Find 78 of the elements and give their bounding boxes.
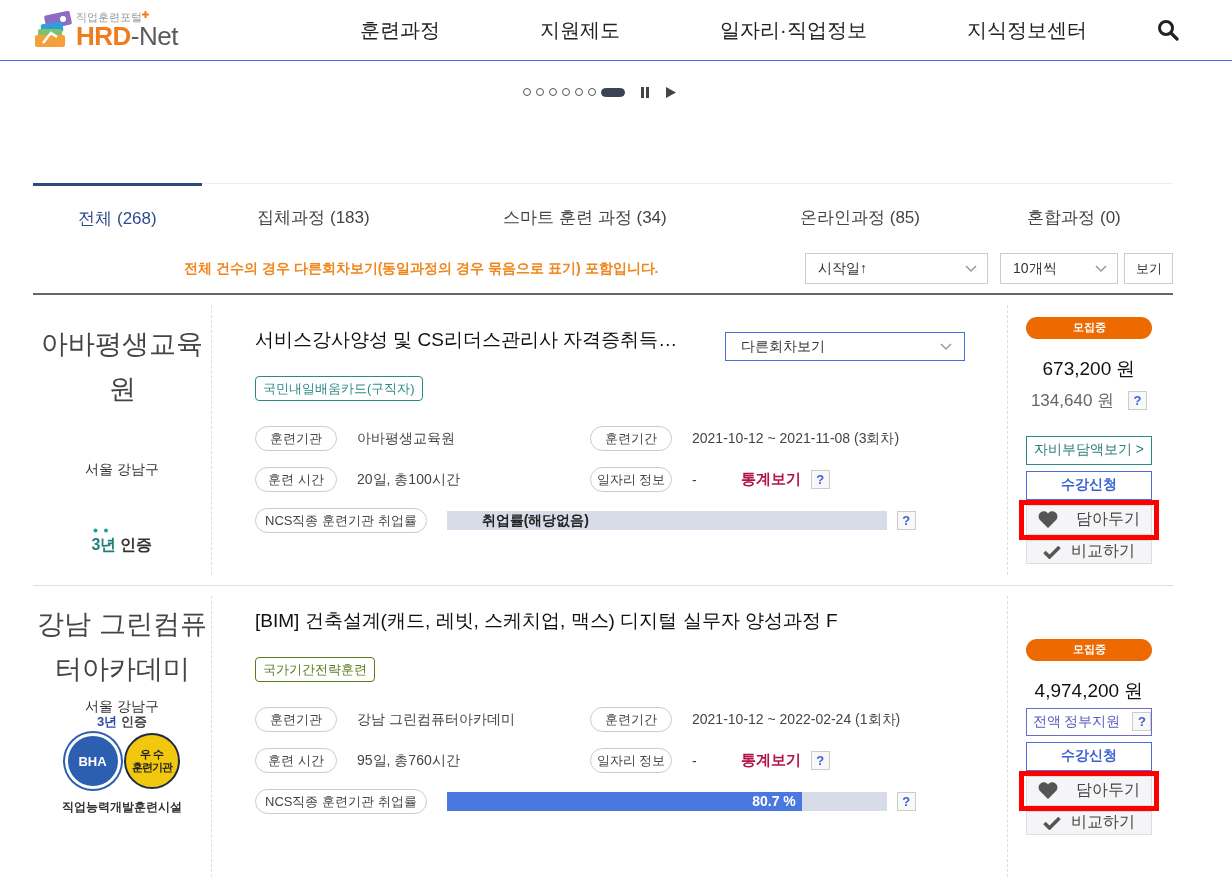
tab[interactable]: 스마트 훈련 과정 (34)	[425, 183, 745, 250]
status-badge: 모집중	[1026, 316, 1152, 339]
help-button[interactable]: ?	[896, 511, 916, 530]
location-text: 서울 강남구	[85, 698, 159, 714]
select-value: 다른회차보기	[741, 337, 825, 356]
dots-icon	[92, 528, 109, 533]
tab[interactable]: 집체과정 (183)	[202, 183, 425, 250]
info-value: 아바평생교육원	[357, 429, 456, 448]
category-tag: 국가기간전략훈련	[255, 657, 375, 682]
play-icon[interactable]	[665, 86, 676, 98]
check-icon	[1043, 815, 1061, 830]
select-value: 10개씩	[1013, 259, 1057, 278]
chevron-down-icon	[1095, 264, 1107, 273]
institution-name: 강남 그린컴퓨터아카데미	[36, 608, 208, 686]
tab[interactable]: 전체 (268)	[33, 183, 202, 250]
info-value: 95일, 총760시간	[357, 751, 461, 770]
page-size-select[interactable]: 10개씩	[1000, 253, 1118, 284]
help-button[interactable]: ?	[1128, 390, 1148, 410]
certification-years: 3년	[91, 536, 117, 553]
info-value: 강남 그린컴퓨터아카데미	[357, 710, 516, 729]
self-pay-text: 134,640 원	[1030, 389, 1115, 412]
tab[interactable]: 온라인과정 (85)	[745, 183, 975, 250]
info-value: 20일, 총100시간	[357, 470, 461, 489]
chevron-down-icon	[965, 264, 977, 273]
stats-link[interactable]: 통계보기	[740, 470, 801, 489]
info-value: 2021-10-12 ~ 2022-02-24 (1회차)	[692, 710, 901, 729]
nav-item[interactable]: 지식정보센터	[966, 16, 1087, 44]
select-value: 시작일↑	[818, 259, 867, 278]
help-button[interactable]: ?	[896, 792, 916, 811]
logo-icon[interactable]	[33, 11, 73, 49]
view-button[interactable]: 보기	[1124, 253, 1173, 284]
employment-rate-text: 80.7 %	[752, 792, 796, 811]
info-value: -	[692, 471, 697, 488]
help-button[interactable]: ?	[810, 470, 830, 489]
info-value: -	[692, 752, 697, 769]
apply-button[interactable]: 수강신청	[1026, 470, 1152, 500]
logo-wordmark[interactable]: HRD-Net	[76, 23, 178, 49]
self-pay-button[interactable]: 자비부담액보기 >	[1026, 435, 1152, 465]
course-title[interactable]: 서비스강사양성 및 CS리더스관리사 자격증취득…	[255, 326, 678, 354]
compare-button[interactable]: 비교하기	[1026, 539, 1152, 564]
plus-icon	[142, 11, 149, 18]
help-button[interactable]: ?	[1132, 712, 1152, 731]
certification-badge: 우 수 훈련기관	[123, 733, 180, 789]
check-icon	[1043, 544, 1061, 559]
course-title[interactable]: [BIM] 건축설계(캐드, 레빗, 스케치업, 맥스) 디지털 실무자 양성과정 F	[255, 607, 838, 635]
location-text: 서울 강남구	[85, 460, 159, 479]
nav-item[interactable]: 지원제도	[540, 16, 620, 44]
employment-rate-text: 취업률(해당없음)	[481, 511, 589, 530]
pause-icon[interactable]	[640, 86, 650, 98]
chevron-down-icon	[940, 342, 952, 351]
support-text: 전액 정부지원	[1032, 712, 1121, 731]
search-icon[interactable]	[1156, 19, 1179, 41]
certification-years: 3년	[96, 714, 118, 730]
heart-icon	[1038, 511, 1058, 528]
logo-subtitle: 직업훈련포털	[76, 11, 142, 23]
info-value: 2021-10-12 ~ 2021-11-08 (3회차)	[692, 429, 900, 448]
help-button[interactable]: ?	[810, 751, 830, 770]
apply-button[interactable]: 수강신청	[1026, 741, 1152, 771]
tab[interactable]: 혼합과정 (0)	[975, 183, 1173, 250]
institution-name: 아바평생교육원	[40, 328, 204, 406]
price-text: 673,200 원	[1042, 356, 1136, 381]
stats-link[interactable]: 통계보기	[740, 751, 801, 770]
save-button[interactable]: 담아두기	[1026, 775, 1152, 806]
save-button[interactable]: 담아두기	[1026, 504, 1152, 535]
other-rounds-select[interactable]: 다른회차보기	[725, 332, 965, 361]
facility-text: 직업능력개발훈련시설	[62, 799, 182, 816]
heart-icon	[1038, 782, 1058, 799]
category-tag: 국민내일배움카드(구직자)	[255, 376, 423, 401]
certification-label: 인증	[121, 714, 148, 730]
price-text: 4,974,200 원	[1034, 678, 1144, 703]
compare-button[interactable]: 비교하기	[1026, 810, 1152, 835]
sort-select[interactable]: 시작일↑	[805, 253, 988, 284]
nav-item[interactable]: 일자리·직업정보	[720, 16, 867, 44]
certification-badge: BHA	[64, 733, 121, 789]
notice-text: 전체 건수의 경우 다른회차보기(동일과정의 경우 묶음으로 표기) 포함입니다.	[184, 259, 659, 278]
nav-item[interactable]: 훈련과정	[360, 16, 440, 44]
status-badge: 모집중	[1026, 638, 1152, 661]
certification-label: 인증	[120, 535, 153, 555]
